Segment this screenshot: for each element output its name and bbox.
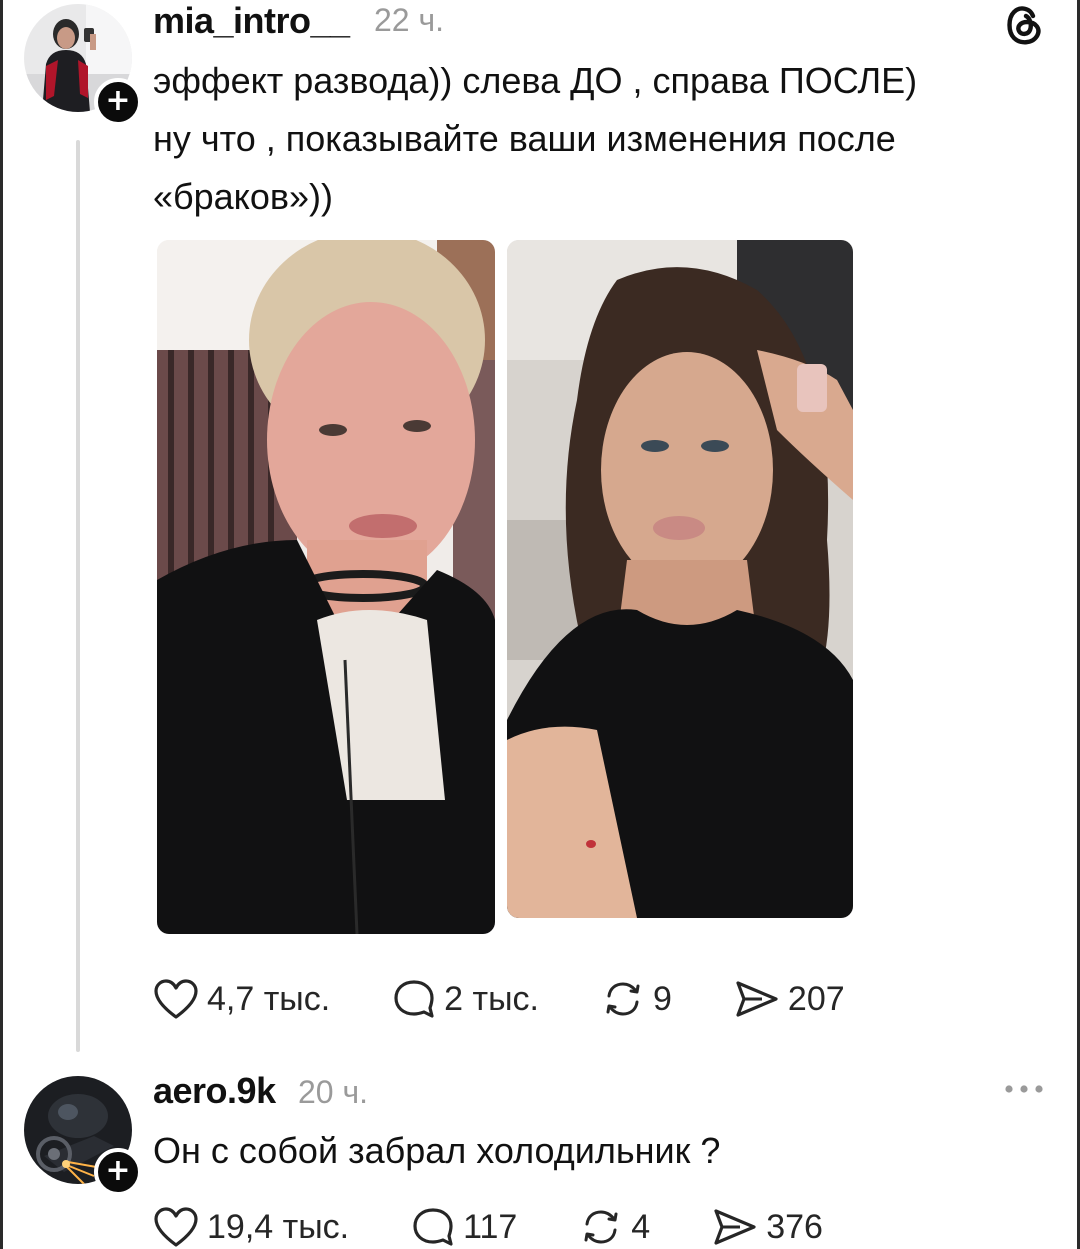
reply-actions-bar: 19,4 тыс. 117 4 376: [153, 1206, 823, 1248]
before-photo[interactable]: [157, 240, 495, 934]
reply-text: Он с собой забрал холодильник ?: [153, 1130, 721, 1171]
share-count: 207: [787, 979, 845, 1018]
reply-repost-button[interactable]: 4: [579, 1206, 650, 1248]
thread-connector-line: [76, 140, 80, 1052]
heart-icon: [154, 979, 198, 1019]
main-post: + mia_intro__ 22 ч. эффект развода)) сле…: [0, 0, 1080, 1060]
reply-timestamp: 20 ч.: [298, 1074, 369, 1110]
repost-button[interactable]: 9: [601, 978, 672, 1020]
reply-follow-plus-icon[interactable]: +: [94, 1148, 142, 1196]
follow-plus-icon[interactable]: +: [94, 78, 142, 126]
like-button[interactable]: 4,7 тыс.: [153, 978, 330, 1020]
reply-username[interactable]: aero.9k: [153, 1070, 276, 1112]
post-text-line: эффект развода)) слева ДО , справа ПОСЛЕ…: [153, 60, 918, 101]
reply-comment-button[interactable]: 117: [411, 1206, 517, 1248]
repost-icon: [584, 1210, 618, 1244]
share-button[interactable]: 207: [734, 978, 845, 1020]
post-text-line: ну что , показывайте ваши изменения посл…: [153, 118, 896, 159]
heart-icon: [154, 1207, 198, 1247]
after-photo[interactable]: [507, 240, 853, 918]
repost-count: 9: [652, 979, 672, 1018]
reply-share-count: 376: [766, 1207, 823, 1246]
post-media-gallery: [157, 240, 853, 936]
comment-button[interactable]: 2 тыс.: [392, 978, 539, 1020]
post-timestamp: 22 ч.: [374, 2, 445, 38]
like-count: 4,7 тыс.: [207, 979, 331, 1018]
send-icon: [714, 1209, 756, 1245]
more-dots-icon[interactable]: [1003, 1083, 1045, 1095]
repost-icon: [606, 982, 640, 1016]
author-username[interactable]: mia_intro__: [153, 0, 350, 42]
reply-comment-count: 117: [463, 1207, 518, 1246]
post-body: эффект развода)) слева ДО , справа ПОСЛЕ…: [153, 52, 1023, 226]
post-text-line: «браков»)): [153, 176, 333, 217]
send-icon: [736, 981, 778, 1017]
comment-count: 2 тыс.: [444, 979, 539, 1018]
reply-body: Он с собой забрал холодильник ?: [153, 1122, 1023, 1180]
reply-like-count: 19,4 тыс.: [207, 1207, 350, 1246]
reply-repost-count: 4: [631, 1207, 651, 1246]
threads-logo-icon[interactable]: [1000, 0, 1048, 48]
comment-bubble-icon: [413, 1208, 453, 1246]
comment-bubble-icon: [394, 980, 434, 1018]
reply-like-button[interactable]: 19,4 тыс.: [153, 1206, 349, 1248]
post-actions-bar: 4,7 тыс. 2 тыс. 9 207: [153, 978, 845, 1020]
reply-share-button[interactable]: 376: [712, 1206, 823, 1248]
